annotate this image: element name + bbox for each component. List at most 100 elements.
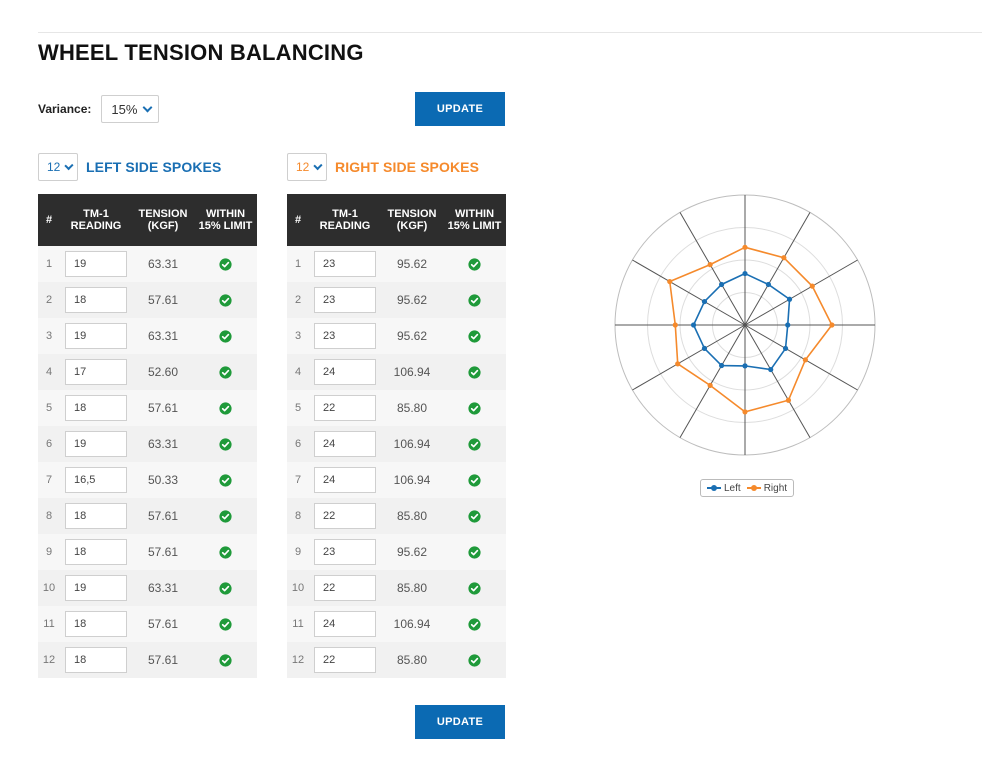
check-circle-icon: [468, 330, 481, 343]
tm1-reading-input[interactable]: [65, 323, 127, 349]
reading-cell: [309, 426, 381, 462]
check-circle-icon: [219, 582, 232, 595]
reading-cell: [60, 534, 132, 570]
reading-cell: [60, 426, 132, 462]
within-limit-cell: [443, 282, 506, 318]
tm1-reading-input[interactable]: [314, 647, 376, 673]
top-divider: [38, 32, 982, 33]
reading-cell: [60, 318, 132, 354]
tm1-reading-input[interactable]: [314, 323, 376, 349]
radar-point-right-1: [742, 244, 748, 250]
tm1-reading-input[interactable]: [65, 503, 127, 529]
table-row: 12 57.61: [38, 642, 257, 678]
row-number: 6: [294, 438, 302, 450]
tm1-reading-input[interactable]: [65, 467, 127, 493]
tension-cell: 57.61: [147, 617, 179, 631]
update-button-top[interactable]: UPDATE: [415, 92, 505, 126]
tension-cell: 106.94: [393, 473, 431, 487]
row-number: 4: [45, 366, 53, 378]
tension-cell: 57.61: [147, 653, 179, 667]
legend-item-left[interactable]: Left: [707, 483, 741, 494]
right-spoke-count-select[interactable]: 12: [287, 153, 327, 181]
tm1-reading-input[interactable]: [314, 251, 376, 277]
check-circle-icon: [468, 618, 481, 631]
row-number: 7: [45, 474, 53, 486]
left-side-header: 12 LEFT SIDE SPOKES: [38, 153, 221, 181]
radar-point-left-10: [690, 322, 697, 328]
within-limit-cell: [443, 462, 506, 498]
within-limit-cell: [443, 246, 506, 282]
table-row: 857.61: [38, 498, 257, 534]
tm1-reading-input[interactable]: [65, 611, 127, 637]
tm1-reading-input[interactable]: [65, 251, 127, 277]
left-side-title: LEFT SIDE SPOKES: [86, 159, 222, 175]
tension-cell: 95.62: [396, 293, 428, 307]
reading-cell: [309, 642, 381, 678]
check-circle-icon: [468, 510, 481, 523]
table-row: 885.80: [287, 498, 506, 534]
row-number: 2: [294, 294, 302, 306]
tm1-reading-input[interactable]: [65, 431, 127, 457]
chevron-down-icon: [64, 160, 74, 170]
row-number: 3: [45, 330, 53, 342]
radar-point-right-9: [675, 361, 681, 367]
reading-cell: [309, 606, 381, 642]
reading-cell: [309, 282, 381, 318]
tm1-reading-input[interactable]: [314, 611, 376, 637]
check-circle-icon: [468, 438, 481, 451]
radar-point-right-6: [785, 397, 792, 403]
tm1-reading-input[interactable]: [314, 539, 376, 565]
tm1-reading-input[interactable]: [314, 503, 376, 529]
table-row: 257.61: [38, 282, 257, 318]
tm1-reading-input[interactable]: [314, 359, 376, 385]
within-limit-cell: [443, 318, 506, 354]
row-number: 3: [294, 330, 302, 342]
tension-cell: 50.33: [147, 473, 179, 487]
radar-axis-12: [679, 212, 746, 326]
tm1-reading-input[interactable]: [65, 575, 127, 601]
table-row: 395.62: [287, 318, 506, 354]
radar-axis-6: [744, 324, 811, 438]
tm1-reading-input[interactable]: [314, 431, 376, 457]
within-limit-cell: [194, 534, 257, 570]
update-button-bottom[interactable]: UPDATE: [415, 705, 505, 739]
tm1-reading-input[interactable]: [314, 395, 376, 421]
tension-cell: 63.31: [147, 437, 179, 451]
radar-series-left: [692, 272, 791, 371]
tension-cell: 57.61: [147, 545, 179, 559]
tm1-reading-input[interactable]: [314, 287, 376, 313]
table-row: 957.61: [38, 534, 257, 570]
tm1-reading-input[interactable]: [314, 575, 376, 601]
variance-label: Variance:: [38, 102, 92, 116]
reading-cell: [60, 246, 132, 282]
table-row: 557.61: [38, 390, 257, 426]
left-spoke-count-select[interactable]: 12: [38, 153, 78, 181]
chart-legend[interactable]: Left Right: [700, 479, 795, 497]
legend-item-right[interactable]: Right: [746, 482, 788, 494]
table-row: 163.31: [38, 246, 257, 282]
reading-cell: [60, 642, 132, 678]
radar-point-left-9: [701, 345, 708, 352]
tm1-reading-input[interactable]: [65, 647, 127, 673]
table-row: 663.31: [38, 426, 257, 462]
within-limit-cell: [443, 534, 506, 570]
radar-point-left-8: [718, 362, 725, 369]
row-number: 2: [45, 294, 53, 306]
within-limit-cell: [194, 498, 257, 534]
tm1-reading-input[interactable]: [65, 395, 127, 421]
row-number: 10: [42, 582, 56, 594]
table-row: 11 106.94: [287, 606, 506, 642]
tension-cell: 106.94: [393, 437, 431, 451]
tm1-reading-input[interactable]: [314, 467, 376, 493]
within-limit-cell: [443, 426, 506, 462]
tension-cell: 57.61: [147, 401, 179, 415]
within-limit-cell: [194, 642, 257, 678]
legend-label-right: Right: [763, 482, 788, 494]
tm1-reading-input[interactable]: [65, 539, 127, 565]
check-circle-icon: [468, 582, 481, 595]
tm1-reading-input[interactable]: [65, 287, 127, 313]
row-number: 8: [45, 510, 53, 522]
variance-select[interactable]: 15%: [101, 95, 160, 123]
tm1-reading-input[interactable]: [65, 359, 127, 385]
check-circle-icon: [219, 618, 232, 631]
